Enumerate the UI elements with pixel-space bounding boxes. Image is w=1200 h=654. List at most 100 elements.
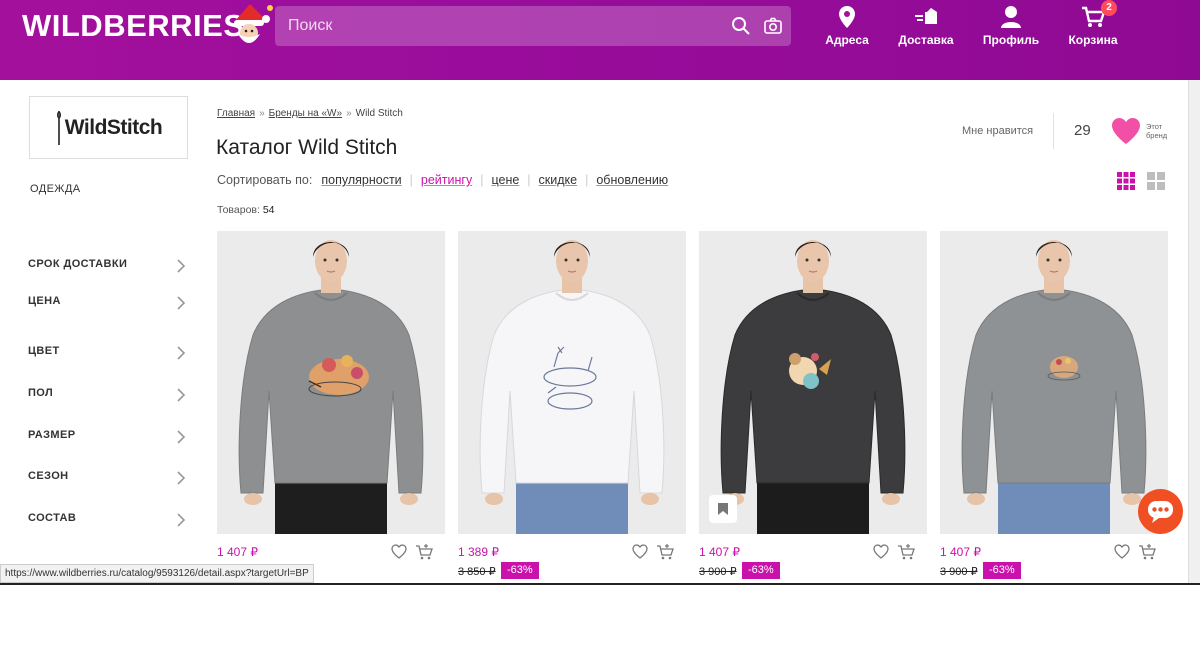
filter-item[interactable]: ПОЛ: [28, 387, 188, 407]
favorite-icon[interactable]: [873, 544, 889, 559]
product-photo[interactable]: [940, 231, 1168, 534]
divider: [0, 583, 1200, 585]
nav-delivery-label: Доставка: [898, 33, 954, 47]
filter-item[interactable]: СЕЗОН: [28, 470, 188, 490]
product-photo-svg: [699, 231, 927, 534]
nav-cart-label: Корзина: [1068, 33, 1118, 47]
nav-addresses[interactable]: Адреса: [807, 4, 887, 47]
chevron-right-icon: [177, 296, 186, 310]
chevron-right-icon: [177, 471, 186, 485]
nav-addresses-label: Адреса: [825, 33, 869, 47]
filter-label: ЦЕНА: [28, 295, 61, 307]
chat-button[interactable]: [1138, 489, 1183, 534]
add-to-cart-icon[interactable]: [415, 544, 433, 560]
product-photo[interactable]: [217, 231, 445, 534]
delivery-icon: [915, 8, 937, 24]
search-icon[interactable]: [731, 16, 751, 36]
needle-icon: [56, 110, 61, 145]
breadcrumb-home[interactable]: Главная: [217, 108, 255, 119]
brand-like-label-line2: бренд: [1146, 131, 1168, 140]
product-count-label: Товаров:: [217, 204, 260, 216]
sort-bar: Сортировать по: популярности | рейтингу | цен…: [217, 173, 669, 187]
favorite-icon[interactable]: [391, 544, 407, 559]
search-bar[interactable]: [275, 6, 791, 46]
add-to-cart-icon[interactable]: [656, 544, 674, 560]
scrollbar[interactable]: [1188, 80, 1200, 584]
status-bar-url: https://www.wildberries.ru/catalog/95931…: [0, 564, 314, 583]
bookmark-icon: [718, 503, 728, 515]
filter-label: СРОК ДОСТАВКИ: [28, 258, 128, 270]
filter-label: СЕЗОН: [28, 470, 69, 482]
breadcrumb-brands[interactable]: Бренды на «W»: [269, 108, 342, 119]
divider: [1053, 113, 1054, 149]
chevron-right-icon: [177, 430, 186, 444]
sort-price[interactable]: цене: [491, 173, 519, 187]
product-count: Товаров: 54: [217, 204, 275, 216]
page-title: Каталог Wild Stitch: [216, 136, 398, 159]
filter-label: ПОЛ: [28, 387, 54, 399]
product-old-price: 3 900 ₽: [940, 566, 978, 578]
add-to-cart-icon[interactable]: [897, 544, 915, 560]
product-photo[interactable]: [458, 231, 686, 534]
cart-count-badge: 2: [1101, 0, 1117, 16]
product-photo-svg: [940, 231, 1168, 534]
product-photo[interactable]: [699, 231, 927, 534]
product-old-price: 3 850 ₽: [458, 566, 496, 578]
search-input[interactable]: [275, 6, 715, 46]
profile-icon: [1001, 6, 1021, 28]
nav-profile[interactable]: Профиль: [971, 4, 1051, 47]
camera-icon[interactable]: [763, 16, 783, 36]
discount-badge: -63%: [742, 562, 780, 579]
large-view-icon[interactable]: [1147, 172, 1165, 190]
breadcrumb-sep: »: [259, 108, 265, 119]
top-header: WILDBERRIES Адреса: [0, 0, 1200, 80]
product-old-price: 3 900 ₽: [699, 566, 737, 578]
bookmark-button[interactable]: [709, 495, 737, 523]
product-price: 1 389 ₽: [458, 545, 499, 559]
product-photo-svg: [217, 231, 445, 534]
breadcrumb: Главная» Бренды на «W»» Wild Stitch: [217, 108, 403, 119]
brand-logo-text: WildStitch: [64, 115, 163, 139]
add-to-cart-icon[interactable]: [1138, 544, 1156, 560]
sort-rating[interactable]: рейтингу: [421, 173, 472, 187]
santa-icon: [234, 4, 273, 43]
chevron-right-icon: [177, 513, 186, 527]
chevron-right-icon: [177, 388, 186, 402]
map-pin-icon: [839, 6, 855, 28]
product-price: 1 407 ₽: [217, 545, 258, 559]
filter-label: ЦВЕТ: [28, 345, 60, 357]
product-photo-svg: [458, 231, 686, 534]
sort-discount[interactable]: скидке: [539, 173, 578, 187]
sort-label: Сортировать по:: [217, 173, 313, 187]
breadcrumb-sep: »: [346, 108, 352, 119]
product-price: 1 407 ₽: [699, 545, 740, 559]
nav-profile-label: Профиль: [982, 33, 1040, 47]
category-odezhda[interactable]: ОДЕЖДА: [30, 183, 80, 195]
favorite-icon[interactable]: [632, 544, 648, 559]
sort-popularity[interactable]: популярности: [321, 173, 401, 187]
filter-item[interactable]: СРОК ДОСТАВКИ: [28, 258, 188, 278]
grid-view-icon[interactable]: [1117, 172, 1135, 190]
like-count: 29: [1074, 122, 1091, 139]
favorite-icon[interactable]: [1114, 544, 1130, 559]
nav-delivery[interactable]: Доставка: [886, 4, 966, 47]
filter-item[interactable]: ЦЕНА: [28, 295, 188, 315]
sort-update[interactable]: обновлению: [596, 173, 668, 187]
product-count-value: 54: [262, 204, 275, 216]
brand-like-label-line1: Этот: [1146, 122, 1163, 131]
filter-item[interactable]: ЦВЕТ: [28, 345, 188, 365]
nav-cart[interactable]: 2 Корзина: [1053, 0, 1133, 47]
like-label: Мне нравится: [962, 125, 1034, 137]
discount-badge: -63%: [501, 562, 539, 579]
wildberries-logo[interactable]: WILDBERRIES: [22, 8, 245, 44]
breadcrumb-current: Wild Stitch: [355, 108, 403, 119]
heart-icon[interactable]: [1111, 117, 1141, 145]
brand-like-label: Этот бренд: [1146, 122, 1167, 140]
filter-label: СОСТАВ: [28, 512, 77, 524]
discount-badge: -63%: [983, 562, 1021, 579]
chevron-right-icon: [177, 259, 186, 273]
filter-item[interactable]: РАЗМЕР: [28, 429, 188, 449]
brand-logo[interactable]: WildStitch: [29, 96, 188, 159]
filter-item[interactable]: СОСТАВ: [28, 512, 188, 532]
chat-icon: [1148, 501, 1173, 523]
